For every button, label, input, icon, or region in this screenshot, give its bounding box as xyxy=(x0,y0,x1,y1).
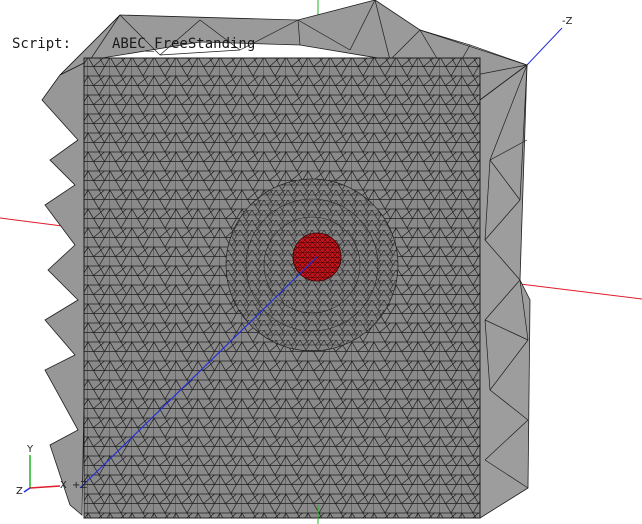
axis-triad xyxy=(23,455,61,493)
mesh-left-face xyxy=(41,59,91,516)
triad-x-label: X xyxy=(60,480,67,491)
triad-y-label: Y xyxy=(27,444,34,455)
triad-plus-z-label: +Z xyxy=(72,480,88,491)
3d-viewport[interactable]: Script: ABEC_FreeStanding -Z Y Z X +Z xyxy=(0,0,642,524)
script-name: ABEC_FreeStanding xyxy=(112,36,256,52)
triad-z-label: Z xyxy=(16,486,23,497)
corner-z-axis-label: -Z xyxy=(562,16,573,27)
script-label: Script: xyxy=(12,36,72,52)
mesh-scene[interactable] xyxy=(0,0,642,524)
x-axis-line-right xyxy=(519,283,642,300)
z-axis-line-corner xyxy=(526,27,563,66)
